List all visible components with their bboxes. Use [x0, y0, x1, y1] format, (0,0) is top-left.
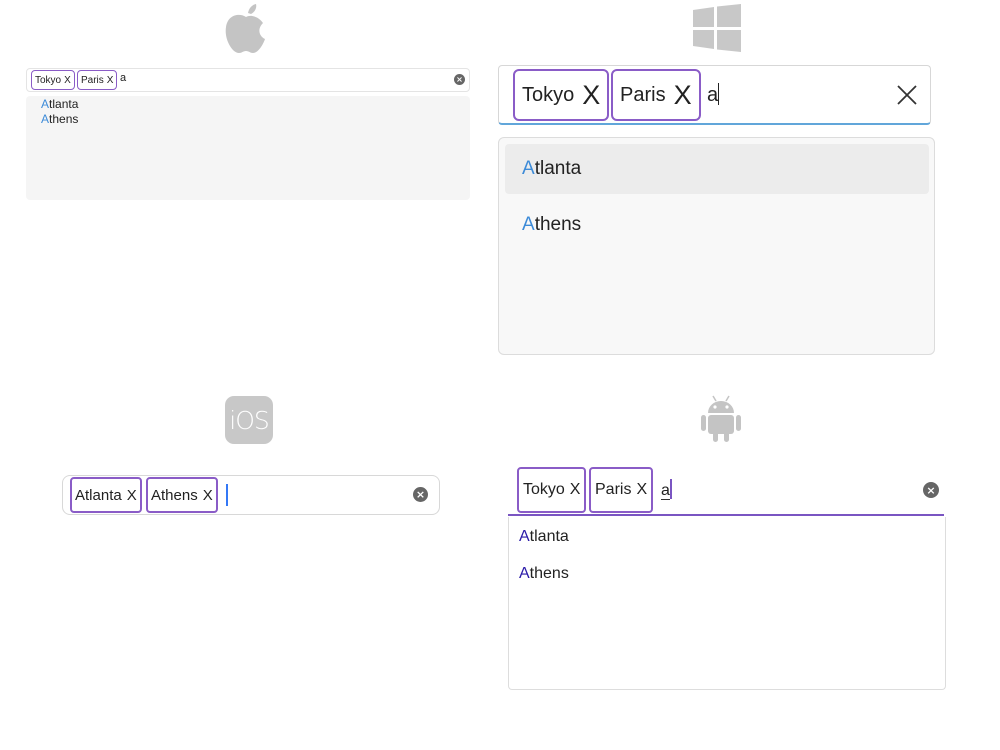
- chip-remove-button[interactable]: X: [636, 481, 647, 499]
- suggestion-item[interactable]: Atlanta: [519, 528, 569, 546]
- chip-label: Paris: [81, 74, 104, 86]
- x-circle-icon[interactable]: ×: [923, 482, 939, 498]
- macos-token-field[interactable]: Tokyo X Paris X a ×: [26, 68, 470, 92]
- token-chip[interactable]: Atlanta X: [70, 477, 142, 513]
- token-chip[interactable]: Tokyo X: [517, 467, 587, 513]
- chip-label: Paris: [620, 83, 666, 106]
- android-suggestion-list: Atlanta Athens: [508, 517, 946, 690]
- chip-remove-button[interactable]: X: [127, 487, 137, 504]
- android-logo-icon: [700, 393, 742, 443]
- search-input[interactable]: a: [661, 479, 672, 500]
- chip-label: Tokyo: [35, 74, 62, 86]
- x-circle-icon[interactable]: ×: [413, 487, 428, 502]
- chip-remove-button[interactable]: X: [582, 80, 600, 111]
- windows-token-field[interactable]: Tokyo X Paris X a: [498, 65, 931, 125]
- suggestion-item[interactable]: Athens: [41, 112, 78, 126]
- ios-token-field[interactable]: Atlanta X Athens X ×: [62, 475, 440, 515]
- chip-remove-button[interactable]: X: [203, 487, 213, 504]
- token-chip[interactable]: Paris X: [589, 467, 654, 513]
- android-token-field[interactable]: Tokyo X Paris X a ×: [508, 466, 944, 516]
- close-icon[interactable]: [897, 85, 917, 105]
- suggestion-item[interactable]: Atlanta: [505, 144, 929, 194]
- chip-remove-button[interactable]: X: [64, 75, 71, 86]
- chip-label: Paris: [595, 481, 632, 498]
- text-caret: [718, 83, 720, 105]
- chip-label: Tokyo: [523, 481, 565, 498]
- search-input[interactable]: [226, 484, 228, 506]
- ios-logo-text: iOS: [229, 405, 269, 435]
- token-chip[interactable]: Tokyo X: [31, 70, 75, 90]
- chip-remove-button[interactable]: X: [674, 80, 692, 111]
- suggestion-item[interactable]: Atlanta: [41, 97, 78, 111]
- suggestion-item[interactable]: Athens: [519, 565, 569, 583]
- text-caret: [669, 479, 672, 499]
- chip-remove-button[interactable]: X: [570, 481, 581, 499]
- macos-suggestion-list: Atlanta Athens: [26, 96, 470, 200]
- token-chip[interactable]: Athens X: [146, 477, 218, 513]
- token-chip[interactable]: Paris X: [77, 70, 118, 90]
- chip-label: Athens: [151, 486, 198, 504]
- suggestion-item[interactable]: Athens: [505, 200, 929, 250]
- search-input[interactable]: a: [707, 83, 720, 107]
- x-circle-icon[interactable]: ×: [454, 74, 465, 85]
- chip-label: Tokyo: [522, 83, 575, 106]
- token-chip[interactable]: Paris X: [611, 69, 701, 121]
- token-chip[interactable]: Tokyo X: [513, 69, 610, 121]
- text-caret: [226, 484, 228, 506]
- ios-logo-icon: iOS: [225, 396, 273, 444]
- chip-label: Atlanta: [75, 486, 122, 504]
- chip-remove-button[interactable]: X: [107, 75, 114, 86]
- windows-logo-icon: [693, 4, 741, 52]
- search-input[interactable]: a: [120, 72, 126, 84]
- macos-logo-icon: [222, 3, 270, 55]
- windows-suggestion-list: Atlanta Athens: [498, 137, 935, 355]
